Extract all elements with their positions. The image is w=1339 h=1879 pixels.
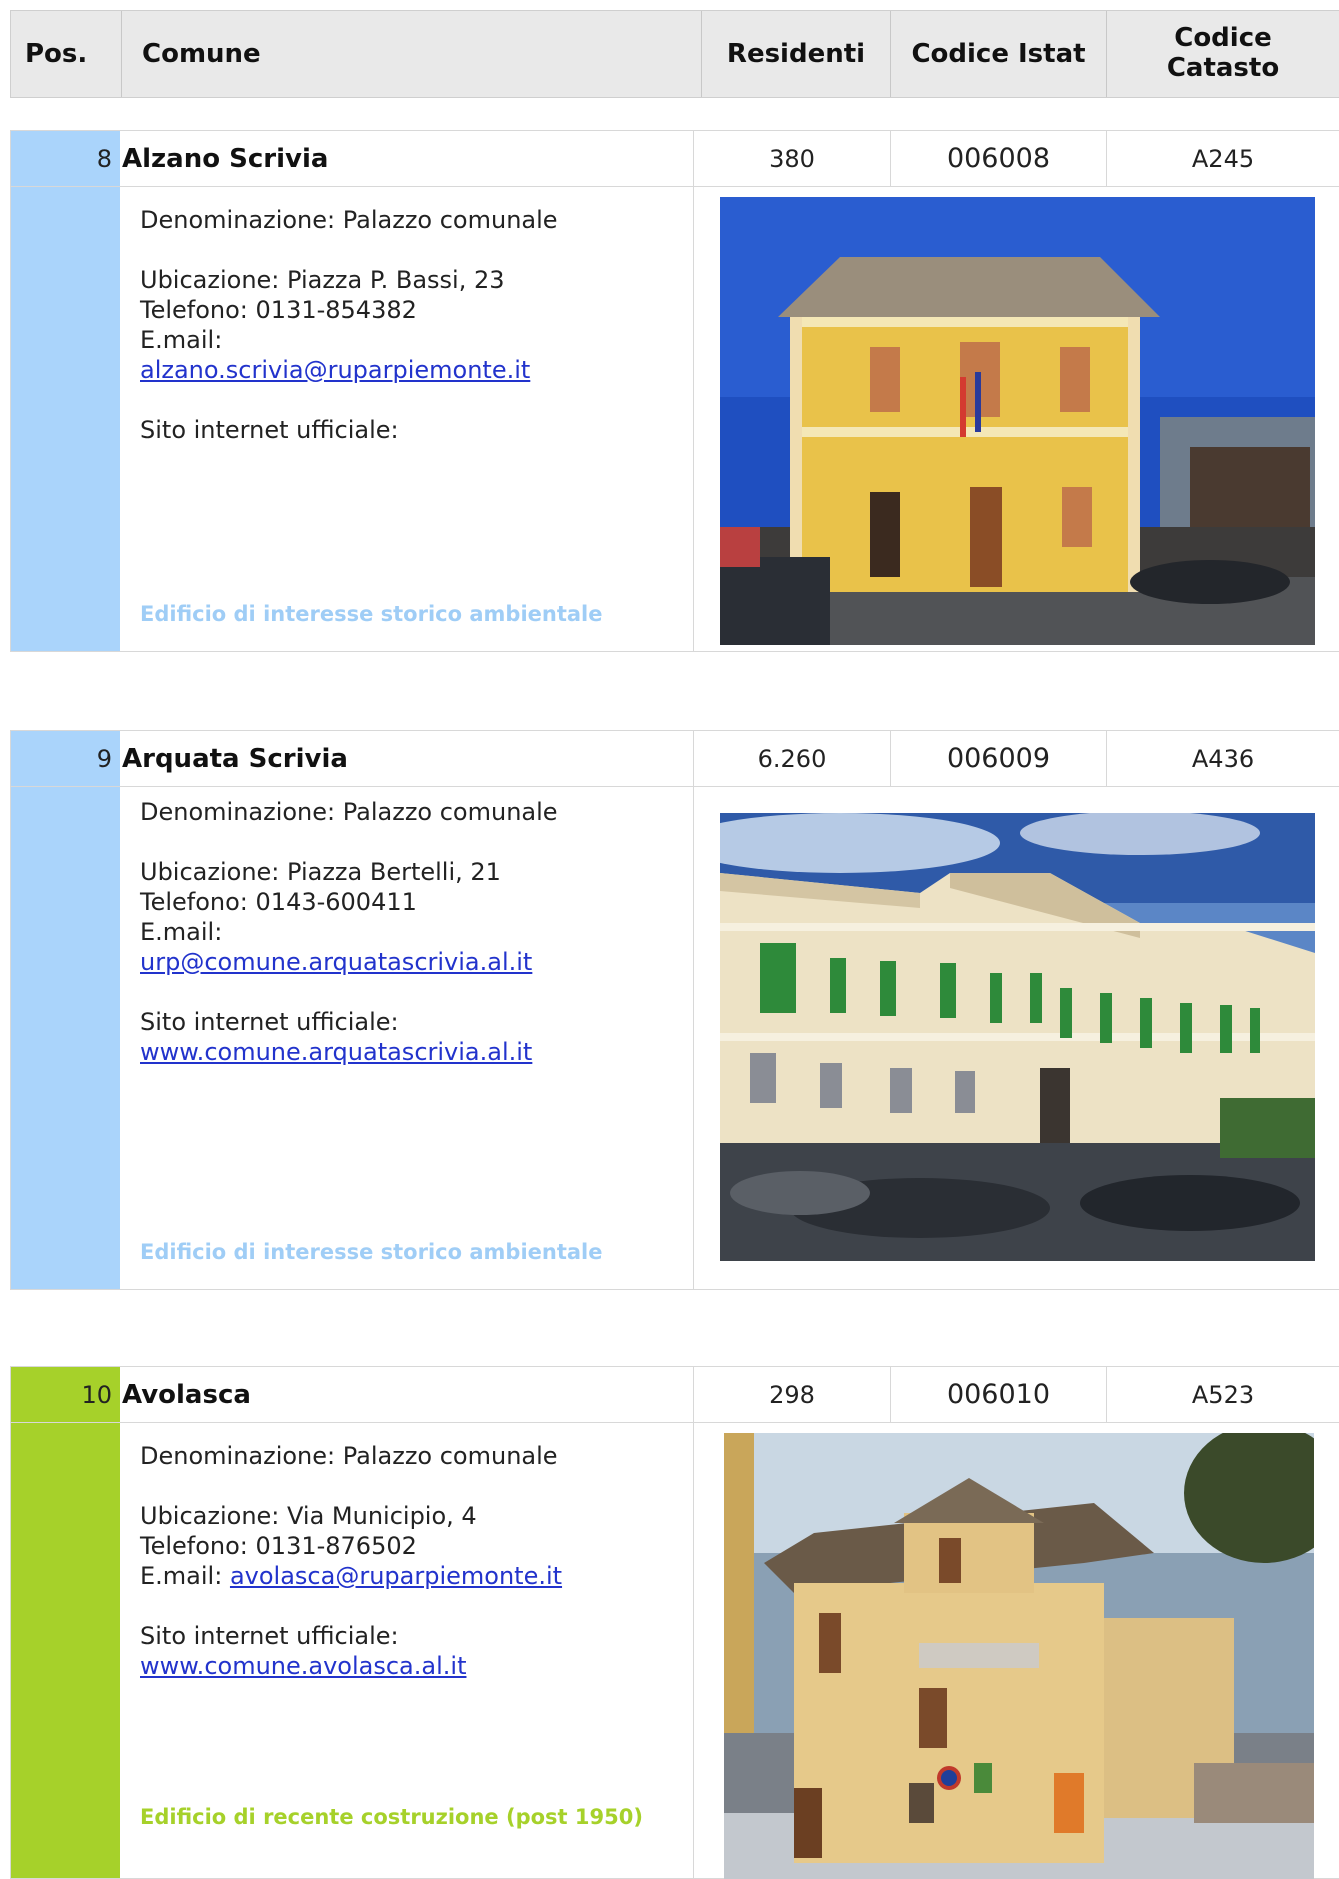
record-codice-catasto: A245 — [1191, 144, 1255, 173]
record-details: Denominazione: Palazzo comunale Ubicazio… — [10, 1423, 1339, 1879]
record-residenti: 6.260 — [694, 731, 891, 786]
column-header-catasto: Codice Catasto — [1107, 11, 1339, 97]
building-category: Edificio di interesse storico ambientale — [140, 602, 603, 626]
record-codice-catasto: A523 — [1191, 1380, 1255, 1409]
building-category: Edificio di interesse storico ambientale — [140, 1240, 603, 1264]
record-comune-name: Arquata Scrivia — [120, 731, 694, 786]
category-color-bar — [11, 1423, 120, 1878]
record-header-row: 10 Avolasca 298 006010 A523 — [10, 1366, 1339, 1423]
telefono-text: Telefono: 0131-876502 — [140, 1532, 417, 1560]
record-position: 8 — [11, 131, 120, 186]
website-link[interactable]: www.comune.arquatascrivia.al.it — [140, 1038, 532, 1066]
website-link[interactable]: www.comune.avolasca.al.it — [140, 1652, 466, 1680]
column-header-residenti: Residenti — [702, 11, 891, 97]
record-info: Denominazione: Palazzo comunale Ubicazio… — [120, 787, 694, 1289]
email-link[interactable]: avolasca@ruparpiemonte.it — [230, 1562, 562, 1590]
record-position: 9 — [11, 731, 120, 786]
ubicazione-text: Ubicazione: Via Municipio, 4 — [140, 1502, 477, 1530]
ubicazione-text: Ubicazione: Piazza P. Bassi, 23 — [140, 266, 505, 294]
record-codice-istat: 006008 — [891, 131, 1107, 186]
town-hall-photo — [720, 197, 1315, 645]
record-codice-istat: 006009 — [891, 731, 1107, 786]
sito-label: Sito internet ufficiale: — [140, 1008, 399, 1036]
record-info: Denominazione: Palazzo comunale Ubicazio… — [120, 1423, 694, 1878]
town-hall-photo — [724, 1433, 1314, 1879]
telefono-text: Telefono: 0143-600411 — [140, 888, 417, 916]
email-label: E.mail: — [140, 918, 223, 946]
sito-label: Sito internet ufficiale: — [140, 1622, 399, 1650]
category-color-bar — [11, 787, 120, 1289]
photo-cell — [694, 187, 1339, 651]
record-details: Denominazione: Palazzo comunale Ubicazio… — [10, 187, 1339, 652]
denominazione-text: Denominazione: Palazzo comunale — [140, 206, 558, 234]
record-residenti: 380 — [694, 131, 891, 186]
column-header-catasto-line1: Codice — [1174, 23, 1272, 54]
column-header-comune: Comune — [122, 11, 702, 97]
record-avolasca: 10 Avolasca 298 006010 A523 Denominazion… — [10, 1366, 1339, 1879]
record-comune-name: Alzano Scrivia — [120, 131, 694, 186]
record-codice-catasto: A436 — [1191, 744, 1255, 773]
photo-cell — [694, 787, 1339, 1289]
column-header-istat: Codice Istat — [891, 11, 1107, 97]
column-header-pos: Pos. — [11, 11, 122, 97]
column-header-catasto-line2: Catasto — [1166, 53, 1280, 83]
record-comune-name: Avolasca — [120, 1367, 694, 1422]
record-info: Denominazione: Palazzo comunale Ubicazio… — [120, 187, 694, 651]
record-alzano-scrivia: 8 Alzano Scrivia 380 006008 A245 Denomin… — [10, 130, 1339, 652]
record-position: 10 — [11, 1367, 120, 1422]
table-header: Pos. Comune Residenti Codice Istat Codic… — [10, 10, 1339, 98]
record-arquata-scrivia: 9 Arquata Scrivia 6.260 006009 A436 Deno… — [10, 730, 1339, 1290]
record-codice-istat: 006010 — [891, 1367, 1107, 1422]
building-category: Edificio di recente costruzione (post 19… — [140, 1805, 643, 1829]
email-label: E.mail: — [140, 1562, 223, 1590]
town-hall-photo — [720, 813, 1315, 1261]
ubicazione-text: Ubicazione: Piazza Bertelli, 21 — [140, 858, 501, 886]
record-header-row: 9 Arquata Scrivia 6.260 006009 A436 — [10, 730, 1339, 787]
email-label: E.mail: — [140, 326, 223, 354]
denominazione-text: Denominazione: Palazzo comunale — [140, 1442, 558, 1470]
record-residenti: 298 — [694, 1367, 891, 1422]
denominazione-text: Denominazione: Palazzo comunale — [140, 798, 558, 826]
photo-cell — [694, 1423, 1339, 1879]
telefono-text: Telefono: 0131-854382 — [140, 296, 417, 324]
email-link[interactable]: alzano.scrivia@ruparpiemonte.it — [140, 356, 530, 384]
record-details: Denominazione: Palazzo comunale Ubicazio… — [10, 787, 1339, 1290]
category-color-bar — [11, 187, 120, 651]
sito-label: Sito internet ufficiale: — [140, 416, 399, 444]
email-link[interactable]: urp@comune.arquatascrivia.al.it — [140, 948, 532, 976]
record-header-row: 8 Alzano Scrivia 380 006008 A245 — [10, 130, 1339, 187]
